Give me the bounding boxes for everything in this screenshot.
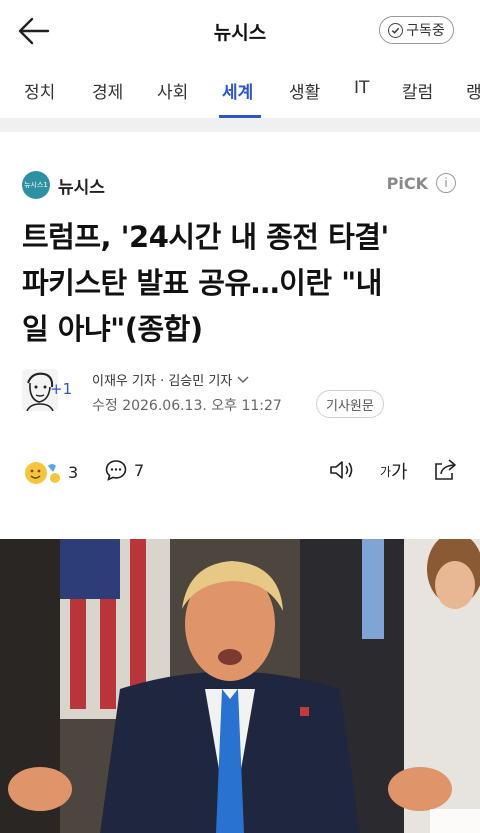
article-actions: 3 7 가가 (22, 458, 462, 490)
press-info[interactable]: 뉴시스1 뉴시스 (22, 171, 105, 199)
pick-badge[interactable]: PiCK i (387, 173, 456, 193)
share-icon (435, 459, 456, 480)
font-size-button[interactable]: 가가 (380, 458, 408, 484)
info-icon: i (436, 173, 456, 193)
updated-timestamp: 수정 2026.06.13. 오후 11:27 (92, 398, 282, 414)
font-size-small-label: 가 (380, 464, 392, 479)
check-icon (388, 22, 404, 38)
pick-label: PiCK (386, 173, 428, 193)
font-size-large-label: 가 (391, 462, 408, 483)
tab-life[interactable]: 생활 (289, 78, 320, 103)
tab-it[interactable]: IT (354, 78, 369, 98)
comment-count: 7 (134, 460, 145, 480)
tab-society[interactable]: 사회 (157, 78, 188, 103)
headline-line: 트럼프, '24시간 내 종전 타결' (22, 220, 389, 254)
comment-button[interactable]: 7 (104, 458, 144, 482)
subscribe-label: 구독중 (406, 23, 445, 39)
tab-economy[interactable]: 경제 (92, 78, 123, 103)
speaker-icon (330, 461, 353, 479)
reaction-count: 3 (68, 462, 79, 482)
press-logo: 뉴시스1 (22, 171, 50, 199)
chevron-down-icon (237, 375, 249, 383)
headline-line: 일 아냐"(종합) (22, 312, 203, 346)
reaction-emoji-icon (25, 462, 60, 484)
tab-ranking[interactable]: 랭 (466, 78, 480, 103)
article-photo-illustration (0, 539, 480, 833)
original-article-button[interactable]: 기사원문 (316, 390, 384, 418)
reporter-count[interactable]: +1 (50, 380, 72, 398)
article-headline: 트럼프, '24시간 내 종전 타결' 파키스탄 발표 공유…이란 "내 일 아… (22, 214, 462, 352)
reporter-names[interactable]: 이재우 기자 · 김승민 기자 (92, 370, 250, 389)
tab-politics[interactable]: 정치 (24, 78, 55, 103)
reaction-button[interactable]: 3 (22, 458, 78, 486)
category-tabs: 정치 경제 사회 세계 생활 IT 칼럼 랭 (0, 62, 480, 118)
section-divider (0, 118, 480, 132)
listen-button[interactable] (328, 458, 354, 482)
share-button[interactable] (432, 458, 458, 482)
press-name: 뉴시스 (58, 177, 105, 198)
reporter-names-text: 이재우 기자 · 김승민 기자 (92, 374, 233, 389)
subscribe-button[interactable]: 구독중 (379, 16, 454, 44)
comment-icon (105, 460, 127, 481)
article-photo[interactable] (0, 539, 480, 833)
headline-line: 파키스탄 발표 공유…이란 "내 (22, 266, 382, 300)
tab-world[interactable]: 세계 (222, 78, 253, 103)
tab-column[interactable]: 칼럼 (402, 78, 433, 103)
top-bar: 뉴시스 구독중 (0, 0, 480, 62)
